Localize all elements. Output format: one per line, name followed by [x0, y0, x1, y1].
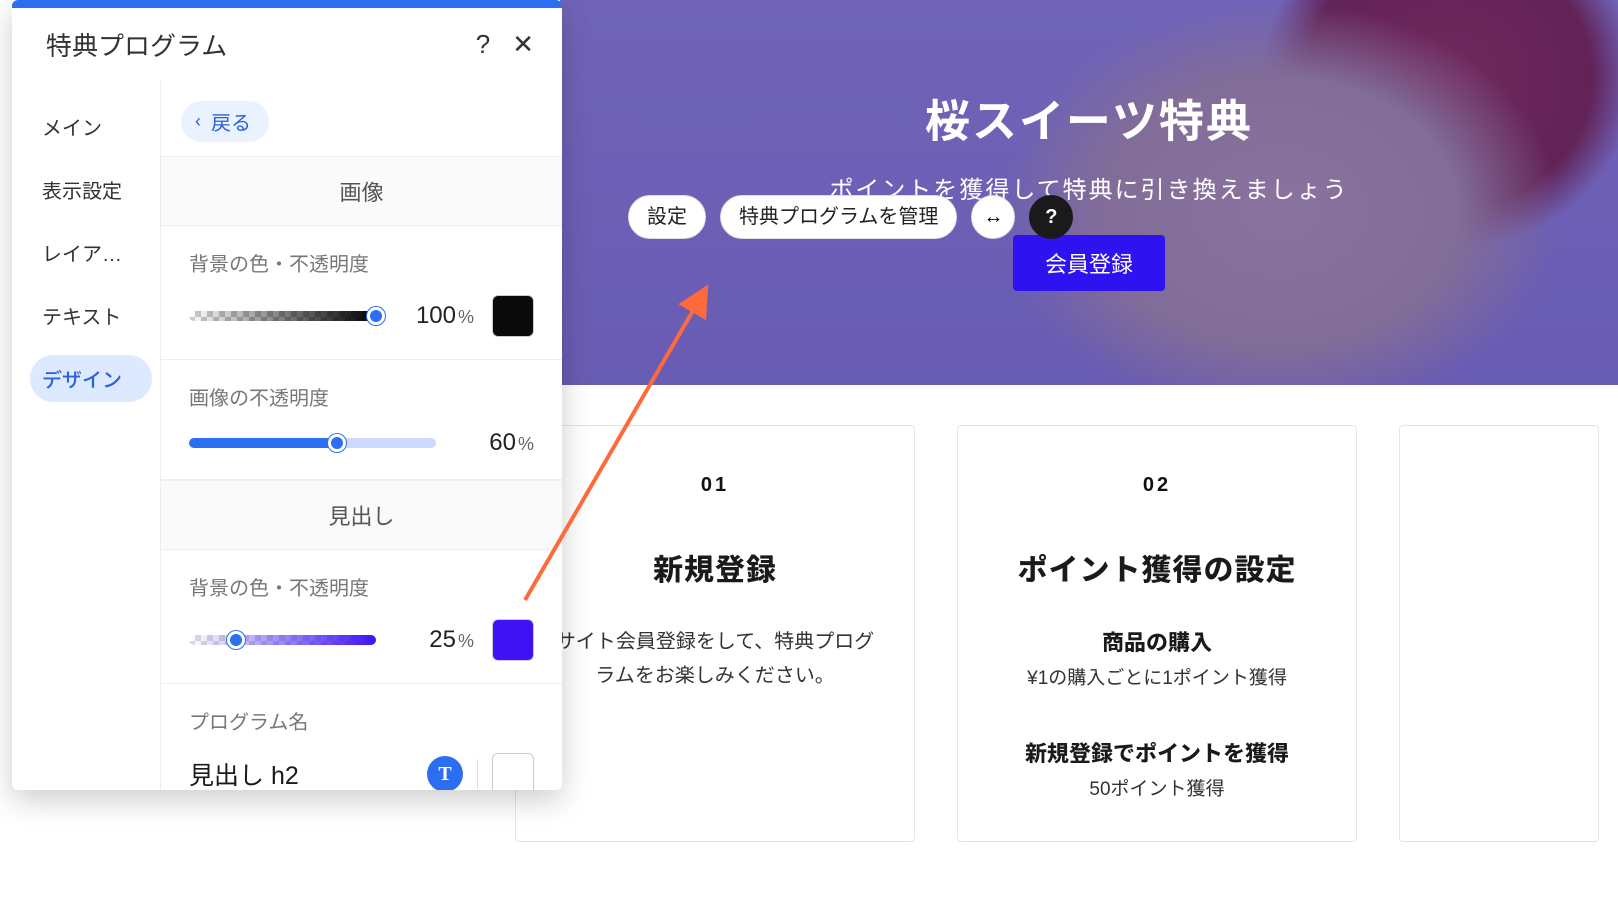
image-opacity-value: 60% [454, 429, 534, 457]
image-opacity-slider[interactable] [189, 438, 436, 448]
image-opacity-row: 画像の不透明度 60% [161, 360, 562, 480]
back-button[interactable]: ‹ 戻る [181, 101, 269, 142]
bg-opacity-slider[interactable] [189, 311, 376, 321]
step-item-title: 新規登録でポイントを獲得 [994, 736, 1320, 768]
tab-layout[interactable]: レイア… [30, 229, 152, 276]
step-card-1: 01 新規登録 サイト会員登録をして、特典プログラムをお楽しみください。 [515, 425, 915, 842]
step-number: 02 [994, 474, 1320, 497]
panel-help-icon[interactable]: ? [476, 29, 490, 60]
text-color-swatch[interactable] [492, 753, 534, 790]
title-bg-opacity-row: 背景の色・不透明度 25% [161, 550, 562, 684]
back-label: 戻る [211, 107, 251, 136]
tab-display[interactable]: 表示設定 [30, 166, 152, 213]
bg-opacity-value: 100% [394, 302, 474, 330]
title-bg-opacity-label: 背景の色・不透明度 [189, 572, 534, 601]
help-icon: ? [1045, 206, 1057, 229]
toolbar-manage-button[interactable]: 特典プログラムを管理 [720, 195, 957, 239]
program-name-label: プログラム名 [189, 706, 534, 735]
hero-title: 桜スイーツ特典 [600, 85, 1578, 150]
steps-row: 01 新規登録 サイト会員登録をして、特典プログラムをお楽しみください。 02 … [515, 425, 1618, 842]
step-item-sub: ¥1の購入ごとに1ポイント獲得 [994, 663, 1320, 690]
panel-header: 特典プログラム ? ✕ [12, 8, 562, 81]
title-bg-opacity-slider[interactable] [189, 635, 376, 645]
program-name-row: プログラム名 見出し h2 T [161, 684, 562, 790]
step-title: ポイント獲得の設定 [994, 545, 1320, 589]
tab-design[interactable]: デザイン [30, 355, 152, 402]
panel-tabs: メイン 表示設定 レイア… テキスト デザイン [12, 81, 160, 790]
hero-section: 桜スイーツ特典 ポイントを獲得して特典に引き換えましょう 会員登録 [560, 0, 1618, 385]
step-number: 01 [552, 474, 878, 497]
bg-opacity-row: 背景の色・不透明度 100% [161, 226, 562, 360]
title-bg-color-swatch[interactable] [492, 619, 534, 661]
section-heading-title: 見出し [161, 480, 562, 550]
text-theme-icon[interactable]: T [427, 756, 463, 790]
step-title: 新規登録 [552, 545, 878, 589]
toolbar-settings-button[interactable]: 設定 [628, 195, 706, 239]
heading-style-select[interactable]: 見出し h2 [189, 756, 299, 790]
toolbar-stretch-button[interactable]: ↔ [971, 195, 1015, 239]
image-opacity-label: 画像の不透明度 [189, 382, 534, 411]
element-toolbar: 設定 特典プログラムを管理 ↔ ? [628, 195, 1073, 239]
toolbar-help-button[interactable]: ? [1029, 195, 1073, 239]
panel-accent-bar [12, 0, 562, 8]
settings-panel: 特典プログラム ? ✕ メイン 表示設定 レイア… テキスト デザイン ‹ 戻る [12, 0, 562, 790]
hero-cta-button[interactable]: 会員登録 [1013, 235, 1165, 291]
stretch-icon: ↔ [983, 206, 1003, 229]
step-item-title: 商品の購入 [994, 625, 1320, 657]
panel-title: 特典プログラム [46, 26, 227, 63]
chevron-left-icon: ‹ [195, 111, 201, 132]
step-lead: サイト会員登録をして、特典プログラムをお楽しみください。 [552, 625, 878, 693]
step-card-3 [1399, 425, 1599, 842]
bg-color-swatch[interactable] [492, 295, 534, 337]
tab-main[interactable]: メイン [30, 103, 152, 150]
section-heading-image: 画像 [161, 156, 562, 226]
step-item-sub: 50ポイント獲得 [994, 774, 1320, 801]
title-bg-opacity-value: 25% [394, 626, 474, 654]
step-card-2: 02 ポイント獲得の設定 商品の購入 ¥1の購入ごとに1ポイント獲得 新規登録で… [957, 425, 1357, 842]
panel-close-icon[interactable]: ✕ [512, 29, 534, 60]
bg-opacity-label: 背景の色・不透明度 [189, 248, 534, 277]
tab-text[interactable]: テキスト [30, 292, 152, 339]
divider [477, 759, 478, 789]
panel-settings: ‹ 戻る 画像 背景の色・不透明度 100% [160, 81, 562, 790]
